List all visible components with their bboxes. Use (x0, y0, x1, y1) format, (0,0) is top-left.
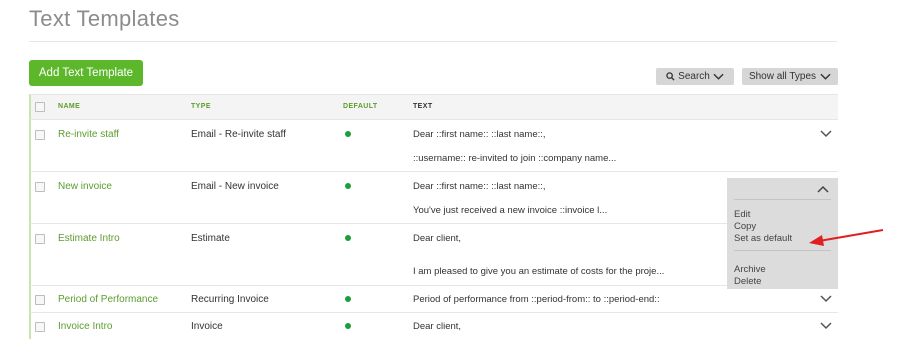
template-text-line: Period of performance from ::period-from… (413, 294, 660, 305)
table-header: NAME TYPE DEFAULT TEXT (29, 94, 838, 120)
column-header-text: TEXT (413, 103, 433, 110)
template-type: Estimate (191, 233, 230, 244)
menu-divider (734, 199, 831, 200)
type-filter-dropdown[interactable]: Show all Types (742, 68, 838, 85)
template-type: Invoice (191, 321, 223, 332)
template-name-link[interactable]: Invoice Intro (58, 321, 112, 332)
template-text-line: Dear client, (413, 233, 462, 244)
table-row[interactable]: New invoice Email - New invoice Dear ::f… (29, 172, 838, 224)
row-checkbox[interactable] (35, 182, 45, 192)
table-row[interactable]: Period of Performance Recurring Invoice … (29, 286, 838, 313)
chevron-down-icon (713, 73, 724, 80)
chevron-down-icon (820, 73, 831, 80)
template-name-link[interactable]: New invoice (58, 181, 112, 192)
row-checkbox[interactable] (35, 130, 45, 140)
table-row[interactable]: Estimate Intro Estimate Dear client, I a… (29, 224, 838, 286)
default-indicator (345, 296, 351, 302)
template-text-line: Dear ::first name:: ::last name::, (413, 181, 546, 192)
table-row[interactable]: Re-invite staff Email - Re-invite staff … (29, 120, 838, 172)
template-text-line: Dear client, (413, 321, 462, 332)
templates-table: NAME TYPE DEFAULT TEXT Re-invite staff E… (29, 94, 838, 339)
row-checkbox[interactable] (35, 295, 45, 305)
default-indicator (345, 183, 351, 189)
table-row[interactable]: Invoice Intro Invoice Dear client, (29, 313, 838, 339)
column-header-name[interactable]: NAME (58, 103, 80, 110)
type-filter-label: Show all Types (748, 71, 817, 82)
menu-item-archive[interactable]: Archive (734, 264, 766, 275)
chevron-down-icon[interactable] (819, 294, 833, 304)
add-text-template-button[interactable]: Add Text Template (29, 60, 143, 86)
template-type: Email - Re-invite staff (191, 129, 286, 140)
default-indicator (345, 323, 351, 329)
column-header-type[interactable]: TYPE (191, 103, 211, 110)
menu-item-set-as-default[interactable]: Set as default (734, 233, 792, 244)
template-text-line: Dear ::first name:: ::last name::, (413, 129, 546, 140)
menu-item-copy[interactable]: Copy (734, 221, 756, 232)
select-all-checkbox[interactable] (35, 102, 45, 112)
row-checkbox[interactable] (35, 234, 45, 244)
template-name-link[interactable]: Estimate Intro (58, 233, 120, 244)
annotation-arrow-icon (809, 229, 884, 246)
template-type: Email - New invoice (191, 181, 279, 192)
template-name-link[interactable]: Period of Performance (58, 294, 158, 305)
default-indicator (345, 131, 351, 137)
search-icon (666, 72, 675, 81)
search-button[interactable]: Search (656, 68, 734, 85)
search-label: Search (678, 71, 710, 82)
template-text-line: ::username:: re-invited to join ::compan… (413, 153, 617, 164)
template-name-link[interactable]: Re-invite staff (58, 129, 119, 140)
template-text-line: I am pleased to give you an estimate of … (413, 266, 665, 277)
column-header-default[interactable]: DEFAULT (343, 103, 378, 110)
menu-item-delete[interactable]: Delete (734, 276, 761, 287)
default-indicator (345, 235, 351, 241)
template-text-line: You've just received a new invoice ::inv… (413, 205, 608, 216)
menu-item-edit[interactable]: Edit (734, 209, 750, 220)
row-checkbox[interactable] (35, 322, 45, 332)
menu-divider (734, 250, 831, 251)
chevron-down-icon[interactable] (819, 129, 833, 139)
template-type: Recurring Invoice (191, 294, 269, 305)
page-title: Text Templates (29, 6, 180, 31)
chevron-down-icon[interactable] (819, 321, 833, 331)
title-divider (29, 41, 837, 42)
chevron-up-icon[interactable] (816, 184, 830, 194)
